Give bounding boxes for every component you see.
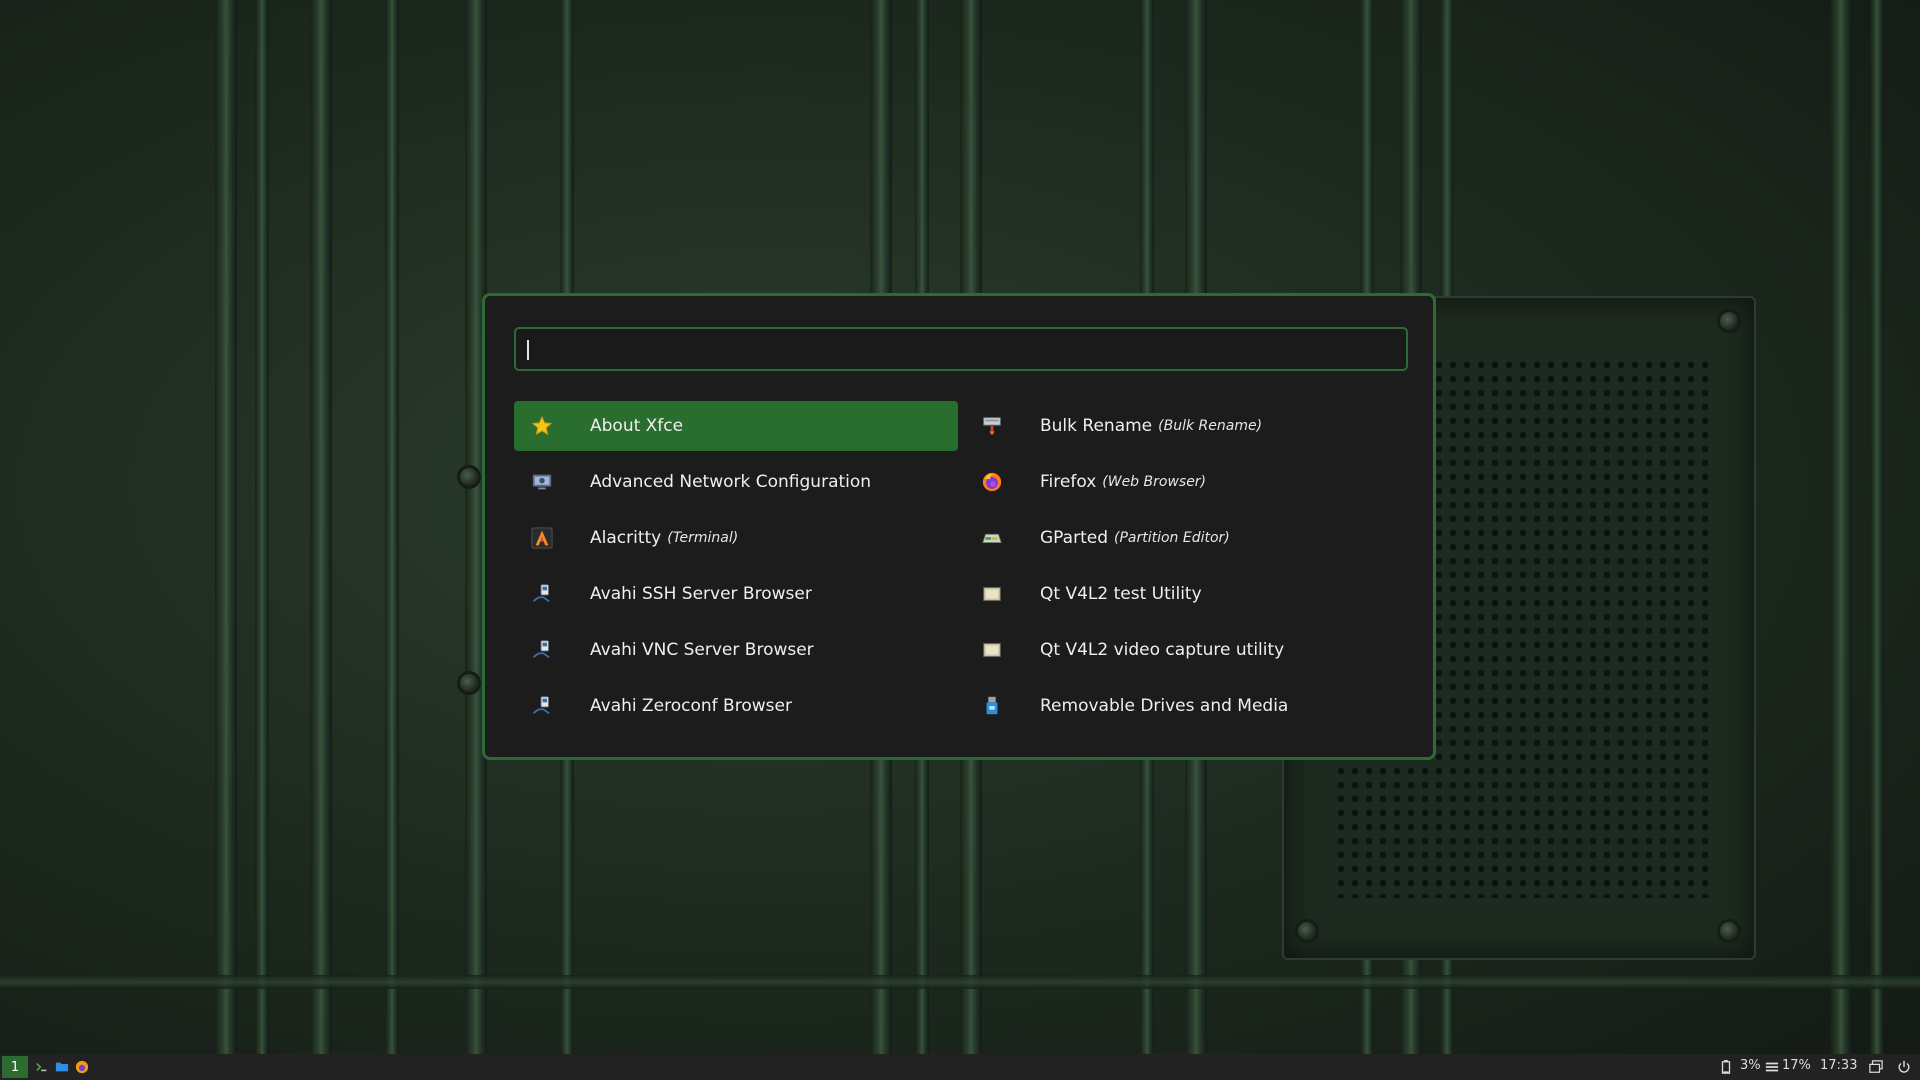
- qvidcap-icon: [980, 638, 1004, 662]
- item-label: Bulk Rename: [1040, 416, 1153, 436]
- workspace-button[interactable]: 1: [2, 1056, 28, 1078]
- bulk-rename-icon: [980, 414, 1004, 438]
- alacritty-icon: [530, 526, 554, 550]
- item-label: Qt V4L2 test Utility: [1040, 584, 1202, 604]
- window-list-icon[interactable]: [1868, 1059, 1884, 1075]
- item-label: Alacritty: [590, 528, 662, 548]
- item-label: Avahi SSH Server Browser: [590, 584, 812, 604]
- battery-percent: 3%: [1740, 1058, 1761, 1073]
- list-item-removable-drives-and-media[interactable]: Removable Drives and Media: [964, 681, 1408, 731]
- list-item-firefox[interactable]: Firefox (Web Browser): [964, 457, 1408, 507]
- list-item-avahi-vnc-server-browser[interactable]: Avahi VNC Server Browser: [514, 625, 958, 675]
- item-label: Firefox: [1040, 472, 1097, 492]
- item-label: Avahi Zeroconf Browser: [590, 696, 792, 716]
- list-item-about-xfce[interactable]: About Xfce: [514, 401, 958, 451]
- list-item-avahi-ssh-server-browser[interactable]: Avahi SSH Server Browser: [514, 569, 958, 619]
- avahi-ssh-icon: [530, 582, 554, 606]
- list-item-qt-v4l2-test-utility[interactable]: Qt V4L2 test Utility: [964, 569, 1408, 619]
- removable-drive-icon: [980, 694, 1004, 718]
- star-icon: [530, 414, 554, 438]
- text-cursor: [527, 340, 529, 360]
- item-generic: (Partition Editor): [1113, 530, 1230, 546]
- app-launcher-window: About Xfce Advanced Network Configuratio…: [482, 293, 1436, 760]
- list-item-bulk-rename[interactable]: Bulk Rename (Bulk Rename): [964, 401, 1408, 451]
- clock[interactable]: 17:33: [1820, 1058, 1857, 1073]
- item-label: Qt V4L2 video capture utility: [1040, 640, 1285, 660]
- results-grid: About Xfce Advanced Network Configuratio…: [514, 401, 1408, 737]
- item-generic: (Web Browser): [1102, 474, 1207, 490]
- firefox-icon: [980, 470, 1004, 494]
- item-label: About Xfce: [590, 416, 684, 436]
- terminal-icon[interactable]: [34, 1059, 50, 1075]
- avahi-zeroconf-icon: [530, 694, 554, 718]
- memory-icon: [1764, 1059, 1780, 1075]
- item-label: Advanced Network Configuration: [590, 472, 872, 492]
- memory-percent: 17%: [1782, 1058, 1811, 1073]
- item-generic: (Bulk Rename): [1158, 418, 1263, 434]
- taskbar: 1 3% 17% 17:33: [0, 1054, 1920, 1080]
- folder-icon[interactable]: [54, 1059, 70, 1075]
- search-input[interactable]: [514, 327, 1408, 371]
- list-item-advanced-network-configuration[interactable]: Advanced Network Configuration: [514, 457, 958, 507]
- list-item-qt-v4l2-video-capture-utility[interactable]: Qt V4L2 video capture utility: [964, 625, 1408, 675]
- network-config-icon: [530, 470, 554, 494]
- list-item-avahi-zeroconf-browser[interactable]: Avahi Zeroconf Browser: [514, 681, 958, 731]
- list-item-gparted[interactable]: GParted (Partition Editor): [964, 513, 1408, 563]
- qv4l2-icon: [980, 582, 1004, 606]
- item-label: GParted: [1040, 528, 1108, 548]
- avahi-vnc-icon: [530, 638, 554, 662]
- firefox-icon[interactable]: [74, 1059, 90, 1075]
- power-icon[interactable]: [1896, 1059, 1912, 1075]
- battery-icon: [1718, 1059, 1734, 1075]
- item-generic: (Terminal): [667, 530, 739, 546]
- gparted-icon: [980, 526, 1004, 550]
- item-label: Avahi VNC Server Browser: [590, 640, 814, 660]
- list-item-alacritty[interactable]: Alacritty (Terminal): [514, 513, 958, 563]
- item-label: Removable Drives and Media: [1040, 696, 1289, 716]
